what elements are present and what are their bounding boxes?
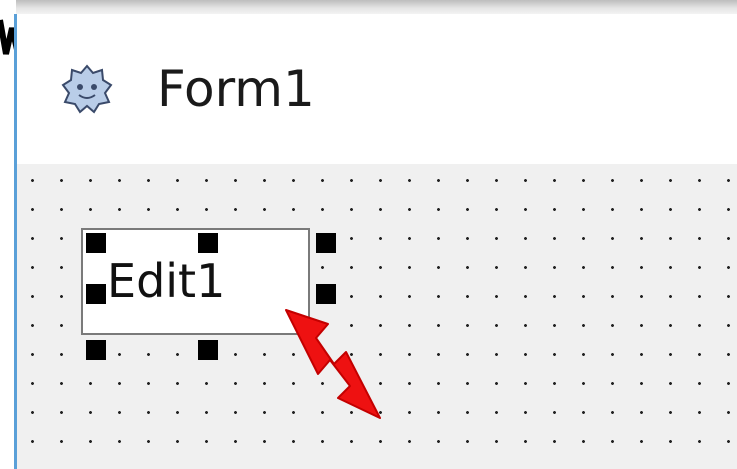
red-resize-arrow-icon	[285, 309, 381, 419]
resize-handle-bottom-left[interactable]	[86, 340, 106, 360]
window-shadow	[16, 0, 737, 14]
resize-handle-top[interactable]	[198, 233, 218, 253]
form-title: Form1	[157, 60, 315, 118]
resize-handle-top-left[interactable]	[86, 233, 106, 253]
resize-handle-top-right[interactable]	[316, 233, 336, 253]
title-bar[interactable]: Form1	[17, 14, 737, 164]
resize-handle-bottom[interactable]	[198, 340, 218, 360]
form-gear-icon	[61, 64, 113, 114]
resize-handle-right[interactable]	[316, 284, 336, 304]
edit1-text: Edit1	[107, 254, 226, 308]
resize-handle-left[interactable]	[86, 284, 106, 304]
